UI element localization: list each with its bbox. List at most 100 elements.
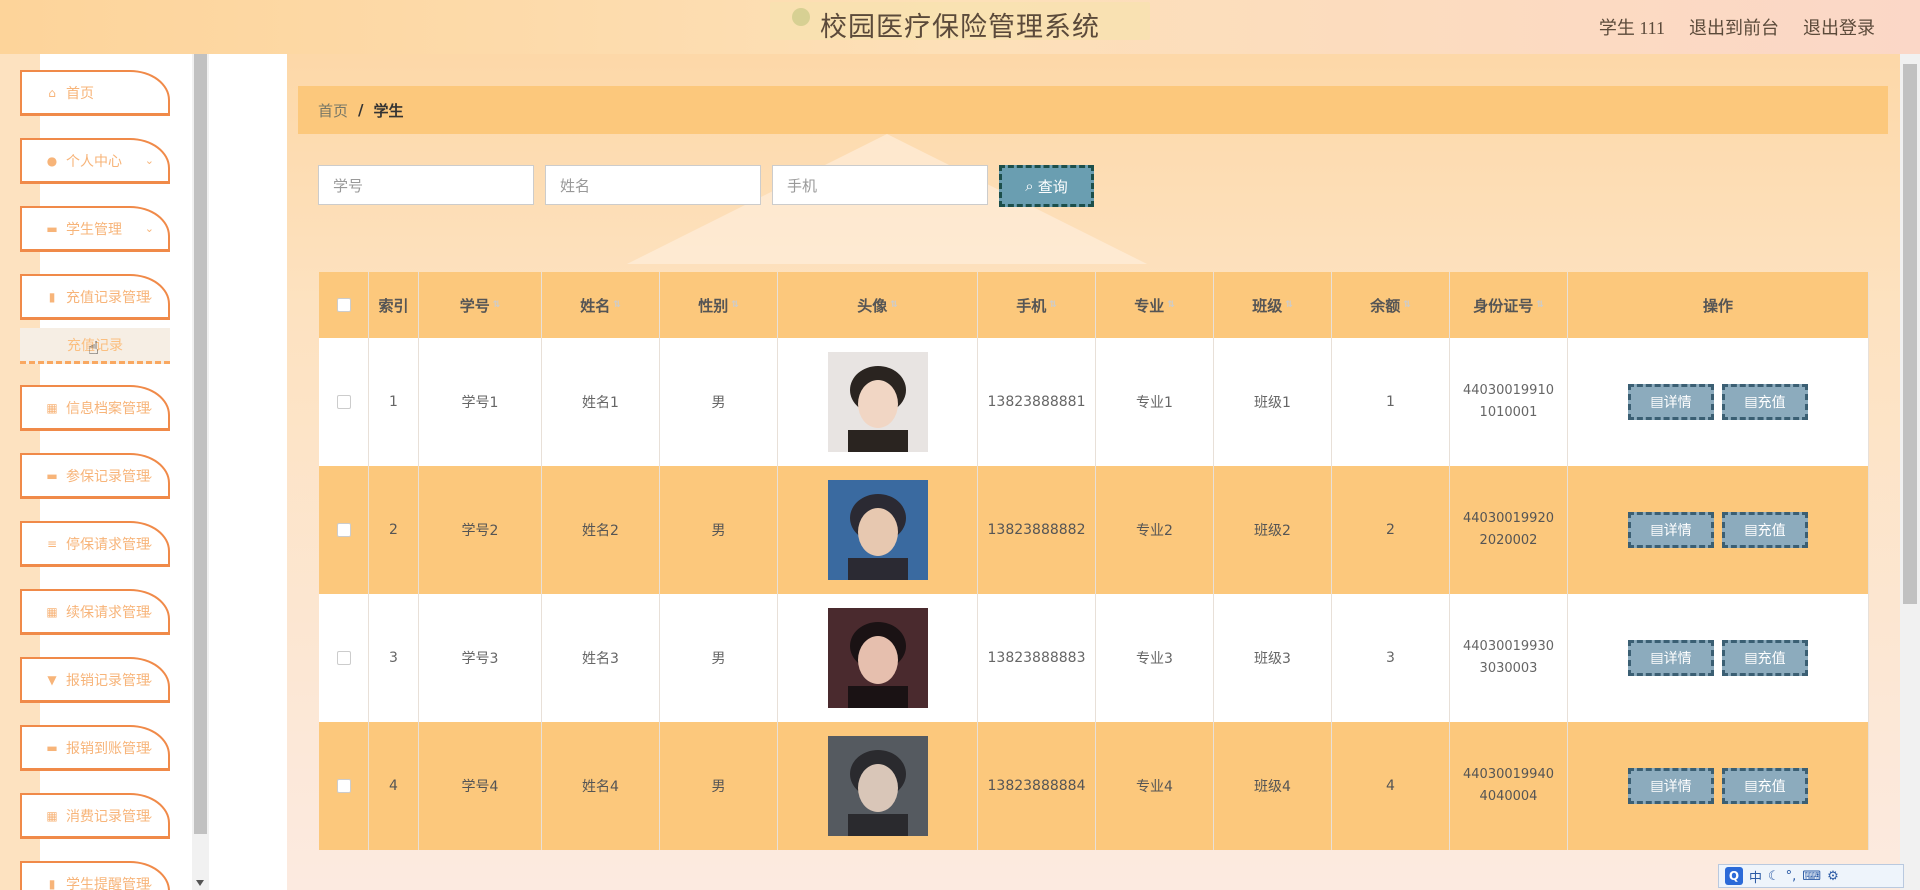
recharge-button[interactable]: ▤ 充值 [1722,384,1808,420]
sort-icon[interactable]: ⇅ [1403,300,1411,310]
detail-button[interactable]: ▤ 详情 [1628,384,1714,420]
recharge-button[interactable]: ▤ 充值 [1722,512,1808,548]
sort-icon[interactable]: ⇅ [613,300,621,310]
cell-text-sid: 学号4 [461,779,499,795]
cell-major: 专业3 [1096,594,1214,722]
detail-button[interactable]: ▤ 详情 [1628,512,1714,548]
sort-icon[interactable]: ⇅ [1049,300,1057,310]
sidebar-item-2[interactable]: ▬ 学生管理 ⌄ [20,206,170,252]
cell-balance: 2 [1332,466,1450,594]
cell-text-major: 专业1 [1136,395,1173,411]
recharge-button[interactable]: ▤ 充值 [1722,640,1808,676]
page-title: 校园医疗保险管理系统 [820,12,1100,43]
cell-text-cls: 班级2 [1254,523,1291,539]
row-select-cell [319,722,369,850]
sort-icon[interactable]: ⇅ [493,300,501,310]
cell-cls: 班级2 [1214,466,1332,594]
cell-actions: ▤ 详情 ▤ 充值 [1568,722,1869,850]
cell-gender: 男 [660,594,778,722]
row-select-cell [319,338,369,466]
sidebar-item-6[interactable]: ≡ 停保请求管理 ⌄ [20,521,170,567]
cell-text-phone: 13823888882 [987,522,1086,538]
logout-link[interactable]: 退出登录 [1803,14,1875,40]
sidebar-item-5[interactable]: ▬ 参保记录管理 ⌄ [20,453,170,499]
cell-text-sid: 学号3 [461,651,499,667]
cell-major: 专业2 [1096,466,1214,594]
sidebar-item-9[interactable]: ▬ 报销到账管理 ⌄ [20,725,170,771]
user-icon: ● [46,153,58,168]
column-header-1[interactable]: 学号 ⇅ [419,272,542,338]
cell-text-index: 3 [389,650,398,666]
cell-phone: 13823888881 [978,338,1096,466]
column-header-5[interactable]: 手机 ⇅ [978,272,1096,338]
page-scrollbar-thumb[interactable] [1903,64,1917,604]
student-id-input[interactable]: 学号 [318,165,534,205]
cell-text-balance: 4 [1386,778,1395,794]
sort-icon[interactable]: ⇅ [1285,300,1293,310]
breadcrumb-home[interactable]: 首页 [318,100,348,121]
column-header-8[interactable]: 余额 ⇅ [1332,272,1450,338]
cell-phone: 13823888884 [978,722,1096,850]
cell-idcard: 440300199303030003 [1450,594,1568,722]
sort-icon[interactable]: ⇅ [1536,300,1544,310]
search-button[interactable]: ⌕ 查询 [999,165,1094,207]
sidebar-item-7[interactable]: ▦ 续保请求管理 ⌄ [20,589,170,635]
punct-icon[interactable]: °, [1786,869,1797,884]
column-header-4[interactable]: 头像 ⇅ [778,272,978,338]
sidebar-item-3[interactable]: ▮ 充值记录管理 ⌄ [20,274,170,320]
sidebar-scrollbar-thumb[interactable] [194,54,207,834]
row-checkbox[interactable] [336,779,351,793]
column-header-9[interactable]: 身份证号 ⇅ [1450,272,1568,338]
current-user: 学生 111 [1598,18,1665,38]
column-header-0[interactable]: 索引 [369,272,419,338]
row-checkbox[interactable] [336,395,351,409]
phone-input[interactable]: 手机 [772,165,988,205]
ime-toolbar[interactable]: Q 中 ☾ °, ⌨ ⚙ [1718,864,1904,888]
moon-icon[interactable]: ☾ [1768,869,1780,884]
cell-text-name: 姓名4 [582,779,619,795]
sidebar-item-10[interactable]: ▦ 消费记录管理 ⌄ [20,793,170,839]
detail-button[interactable]: ▤ 详情 [1628,640,1714,676]
sidebar-item-8[interactable]: ▼ 报销记录管理 ⌄ [20,657,170,703]
cell-avatar [778,466,978,594]
sort-icon[interactable]: ⇅ [1167,300,1175,310]
avatar [827,608,928,708]
cell-text-index: 1 [389,394,398,410]
main-left-strip [209,54,287,890]
row-checkbox[interactable] [336,523,351,537]
detail-button[interactable]: ▤ 详情 [1628,768,1714,804]
cell-text-cls: 班级3 [1254,651,1291,667]
cell-name: 姓名4 [542,722,660,850]
recharge-button-label: 充值 [1757,523,1786,539]
settings-icon[interactable]: ⚙ [1827,869,1839,884]
page-scrollbar[interactable] [1900,54,1920,890]
sidebar-item-4[interactable]: ▦ 信息档案管理 ⌄ [20,385,170,431]
sort-icon[interactable]: ⇅ [890,300,898,310]
column-header-6[interactable]: 专业 ⇅ [1096,272,1214,338]
column-header-2[interactable]: 姓名 ⇅ [542,272,660,338]
cell-index: 2 [369,466,419,594]
sidebar-scrollbar[interactable] [192,54,209,890]
keyboard-icon[interactable]: ⌨ [1802,869,1821,884]
detail-button-label: 详情 [1663,395,1692,411]
chevron-down-icon: ⌄ [144,877,154,890]
cell-text-idcard: 440300199202020002 [1463,511,1554,548]
exit-to-front-link[interactable]: 退出到前台 [1689,14,1779,40]
select-all-checkbox[interactable] [336,298,351,312]
scroll-down-arrow-icon[interactable] [196,880,204,886]
sidebar-item-11[interactable]: ▮ 学生提醒管理 ⌄ [20,861,170,890]
ime-lang[interactable]: 中 [1749,867,1762,886]
column-header-3[interactable]: 性别 ⇅ [660,272,778,338]
cell-name: 姓名3 [542,594,660,722]
sort-icon[interactable]: ⇅ [731,300,739,310]
row-checkbox[interactable] [336,651,351,665]
cell-cls: 班级1 [1214,338,1332,466]
cell-text-idcard: 440300199101010001 [1463,383,1554,420]
name-input[interactable]: 姓名 [545,165,761,205]
grid-icon: ▦ [46,400,58,415]
recharge-button[interactable]: ▤ 充值 [1722,768,1808,804]
select-all-cell [319,272,369,338]
sidebar-item-0[interactable]: ⌂ 首页 [20,70,170,116]
sidebar-item-1[interactable]: ● 个人中心 ⌄ [20,138,170,184]
column-header-7[interactable]: 班级 ⇅ [1214,272,1332,338]
